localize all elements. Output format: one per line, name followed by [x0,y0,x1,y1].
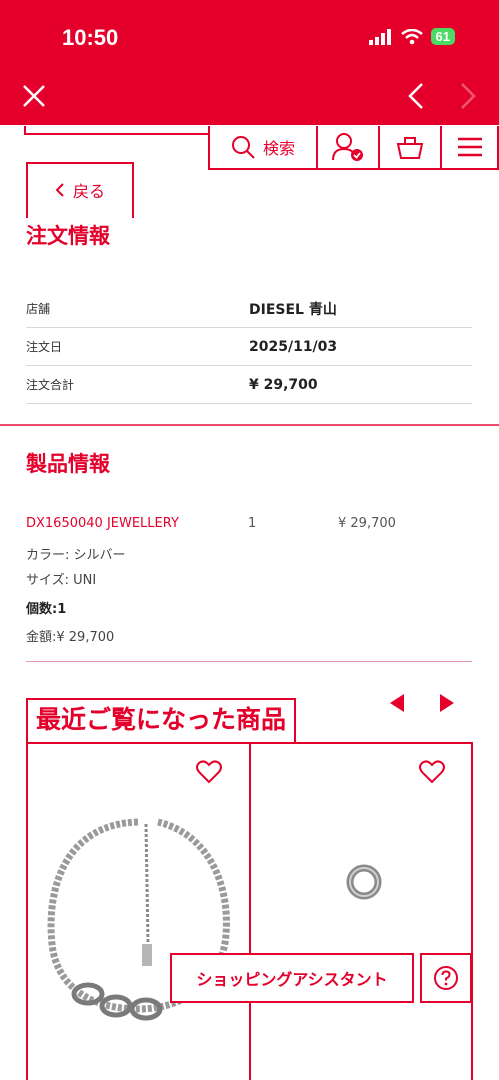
product-amount: 金額:¥ 29,700 [26,630,115,645]
search-icon [231,136,255,159]
section-divider [0,424,499,426]
product-color: カラー: シルバー [26,548,126,563]
product-divider [26,661,472,662]
search-button[interactable]: 検索 [208,126,318,170]
account-button[interactable] [316,126,380,170]
product-price: ¥ 29,700 [338,516,396,531]
order-info-title: 注文情報 [26,224,110,248]
chevron-left-icon [55,183,64,197]
order-row-value: 2025/11/03 [249,338,338,355]
back-button[interactable]: 戻る [26,162,134,218]
header-line [24,126,209,135]
search-label: 検索 [262,139,295,158]
order-row-total: 注文合計 ¥ 29,700 [26,366,472,404]
product-quantity: 1 [248,516,257,531]
recently-viewed-title: 最近ご覧になった商品 [26,698,297,744]
order-row-store: 店舗 DIESEL 青山 [26,290,472,328]
product-size: サイズ: UNI [26,573,97,588]
product-card[interactable] [26,742,251,1080]
product-name-link[interactable]: DX1650040 JEWELLERY [26,516,179,531]
order-row-label: 注文合計 [26,378,75,392]
heart-icon[interactable] [419,760,445,784]
carousel-next-icon[interactable] [440,694,454,712]
user-icon [332,133,363,161]
cart-icon [396,137,424,159]
order-row-value: DIESEL 青山 [249,301,337,318]
battery-badge: 61 [430,28,455,45]
carousel-prev-icon[interactable] [390,694,404,712]
order-row-date: 注文日 2025/11/03 [26,328,472,366]
help-button[interactable] [420,953,472,1003]
cart-button[interactable] [378,126,442,170]
status-time: 10:50 [62,25,119,50]
status-icons: 61 [368,28,455,45]
top-bar: 10:50 61 [0,0,499,125]
signal-icon [368,28,391,45]
order-row-label: 注文日 [26,340,63,354]
menu-button[interactable] [440,126,499,170]
order-row-value: ¥ 29,700 [249,376,318,393]
wifi-icon [400,28,423,44]
menu-icon [457,137,482,157]
earring-image [346,864,382,900]
close-icon[interactable] [20,82,48,110]
shopping-assistant-button[interactable]: ショッピングアシスタント [170,953,414,1003]
order-info-table: 店舗 DIESEL 青山 注文日 2025/11/03 注文合計 ¥ 29,70… [26,290,472,404]
order-row-label: 店舗 [26,302,51,316]
heart-icon[interactable] [196,760,222,784]
product-count: 個数:1 [26,602,67,617]
back-label: 戻る [72,182,105,201]
product-info-title: 製品情報 [26,452,110,476]
help-icon [434,966,458,990]
chevron-right-icon [461,83,476,109]
product-card[interactable] [249,742,473,1080]
chevron-left-icon[interactable] [404,82,428,110]
